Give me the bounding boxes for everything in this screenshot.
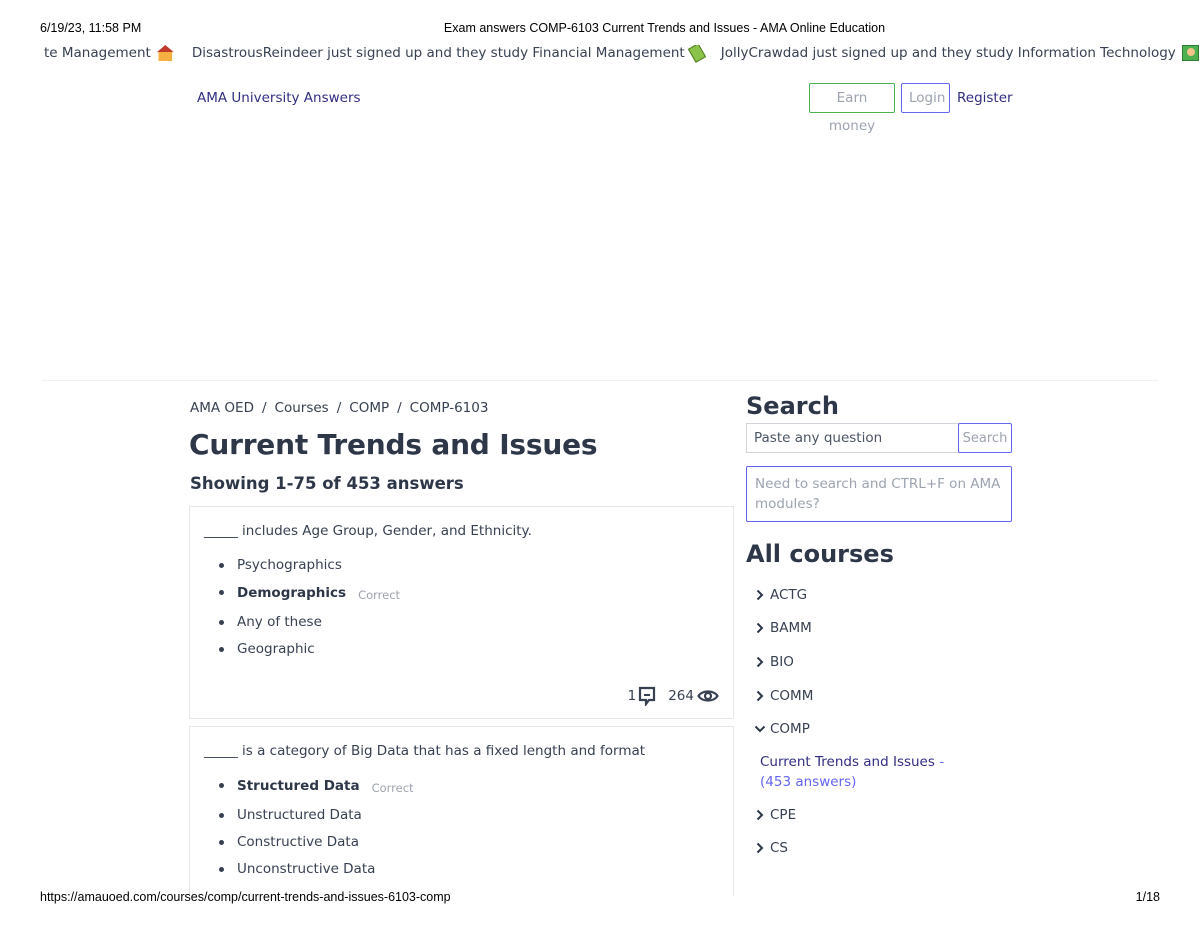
question-card[interactable]: _____ includes Age Group, Gender, and Et…	[189, 506, 734, 719]
question-card[interactable]: _____ is a category of Big Data that has…	[189, 726, 734, 896]
signup-ticker: te Management DisastrousReindeer just si…	[0, 45, 1200, 65]
course-code: CPE	[770, 806, 797, 823]
print-page-number: 1/18	[1135, 890, 1160, 904]
course-item-cs[interactable]: CS	[754, 832, 1014, 866]
correct-tag: Correct	[358, 588, 401, 602]
course-list: ACTG BAMM BIO COMM COMP Current Trends a…	[754, 578, 1014, 865]
breadcrumb-separator: /	[336, 400, 342, 416]
answer-option: Any of these	[217, 608, 400, 635]
print-url: https://amauoed.com/courses/comp/current…	[40, 890, 451, 904]
register-link[interactable]: Register	[957, 90, 1013, 106]
ticker-item: JollyCrawdad just signed up and they stu…	[721, 45, 1199, 61]
answer-option: Geographic	[217, 635, 400, 662]
answer-option: Psychographics	[217, 551, 400, 578]
breadcrumb: AMA OED / Courses / COMP / COMP-6103	[190, 400, 488, 416]
answer-options: Psychographics Demographics Correct Any o…	[217, 551, 400, 662]
option-text: Demographics	[237, 585, 347, 601]
eye-icon	[697, 690, 719, 702]
navbar: AMA University Answers Earn money Login …	[0, 82, 1200, 134]
ticker-text: JollyCrawdad just signed up and they stu…	[720, 45, 1176, 61]
course-item-cpe[interactable]: CPE	[754, 798, 1014, 832]
results-count: Showing 1-75 of 453 answers	[190, 474, 464, 493]
question-text: _____ is a category of Big Data that has…	[204, 743, 646, 759]
print-header: 6/19/23, 11:58 PM Exam answers COMP-6103…	[0, 21, 1200, 37]
ctrlf-promo-box[interactable]: Need to search and CTRL+F on AMA modules…	[746, 466, 1012, 522]
chevron-right-icon	[756, 843, 764, 854]
breadcrumb-course-code[interactable]: COMP-6103	[410, 400, 489, 416]
answer-option: Unstructured Data	[217, 801, 414, 828]
chevron-down-icon	[754, 725, 766, 733]
course-item-comm[interactable]: COMM	[754, 679, 1014, 713]
course-code: COMM	[770, 687, 814, 704]
chevron-right-icon	[756, 623, 764, 634]
correct-tag: Correct	[371, 781, 414, 795]
print-title: Exam answers COMP-6103 Current Trends an…	[443, 21, 886, 35]
search-button[interactable]: Search	[958, 423, 1012, 453]
course-item-bamm[interactable]: BAMM	[754, 612, 1014, 646]
course-item-bio[interactable]: BIO	[754, 645, 1014, 679]
course-item-actg[interactable]: ACTG	[754, 578, 1014, 612]
option-text: Geographic	[237, 640, 315, 657]
brand-link[interactable]: AMA University Answers	[197, 90, 361, 106]
comment-count: 1	[627, 688, 637, 704]
chevron-right-icon	[756, 690, 764, 701]
answer-options: Structured Data Correct Unstructured Data…	[217, 771, 414, 882]
course-code: CS	[770, 840, 788, 857]
ticker-item: DisastrousReindeer just signed up and th…	[191, 45, 706, 63]
ticker-text: DisastrousReindeer just signed up and th…	[191, 45, 685, 61]
comment-icon[interactable]	[638, 686, 656, 706]
option-text: Unconstructive Data	[237, 860, 376, 877]
house-icon	[156, 45, 174, 61]
ticker-text: te Management	[44, 45, 151, 61]
option-text: Psychographics	[237, 556, 342, 573]
divider	[42, 380, 1158, 381]
course-code: BIO	[770, 653, 794, 670]
course-code: ACTG	[770, 586, 808, 603]
breadcrumb-ama-oed[interactable]: AMA OED	[190, 400, 254, 416]
breadcrumb-courses[interactable]: Courses	[275, 400, 329, 416]
option-text: Any of these	[237, 613, 322, 630]
option-text: Unstructured Data	[237, 806, 362, 823]
view-count: 264	[668, 688, 694, 704]
sub-course-link[interactable]: Current Trends and Issues - (453 answers…	[754, 746, 974, 798]
answer-option: Constructive Data	[217, 828, 414, 855]
search-input[interactable]	[746, 423, 959, 453]
sub-course-name: Current Trends and Issues	[760, 753, 935, 770]
question-text: _____ includes Age Group, Gender, and Et…	[204, 523, 532, 539]
laptop-user-icon	[1181, 45, 1199, 61]
course-code: BAMM	[770, 620, 812, 637]
money-icon	[687, 45, 706, 63]
earn-money-button[interactable]: Earn money	[809, 83, 895, 134]
course-item-comp[interactable]: COMP	[754, 712, 1014, 746]
option-text: Structured Data	[237, 778, 360, 794]
page-title: Current Trends and Issues	[189, 428, 598, 461]
login-button[interactable]: Login	[901, 83, 950, 113]
question-stats: 1 264	[628, 686, 719, 706]
chevron-right-icon	[756, 809, 764, 820]
breadcrumb-comp[interactable]: COMP	[349, 400, 389, 416]
ticker-item: te Management	[44, 45, 174, 61]
course-code: COMP	[770, 721, 810, 738]
search-title: Search	[746, 392, 839, 420]
answer-option-correct: Demographics Correct	[217, 578, 400, 608]
answer-option-correct: Structured Data Correct	[217, 771, 414, 801]
option-text: Constructive Data	[237, 833, 359, 850]
chevron-right-icon	[756, 589, 764, 601]
chevron-right-icon	[756, 656, 764, 668]
breadcrumb-separator: /	[261, 400, 267, 416]
breadcrumb-separator: /	[397, 400, 402, 416]
all-courses-title: All courses	[746, 540, 894, 568]
answer-option: Unconstructive Data	[217, 855, 414, 882]
